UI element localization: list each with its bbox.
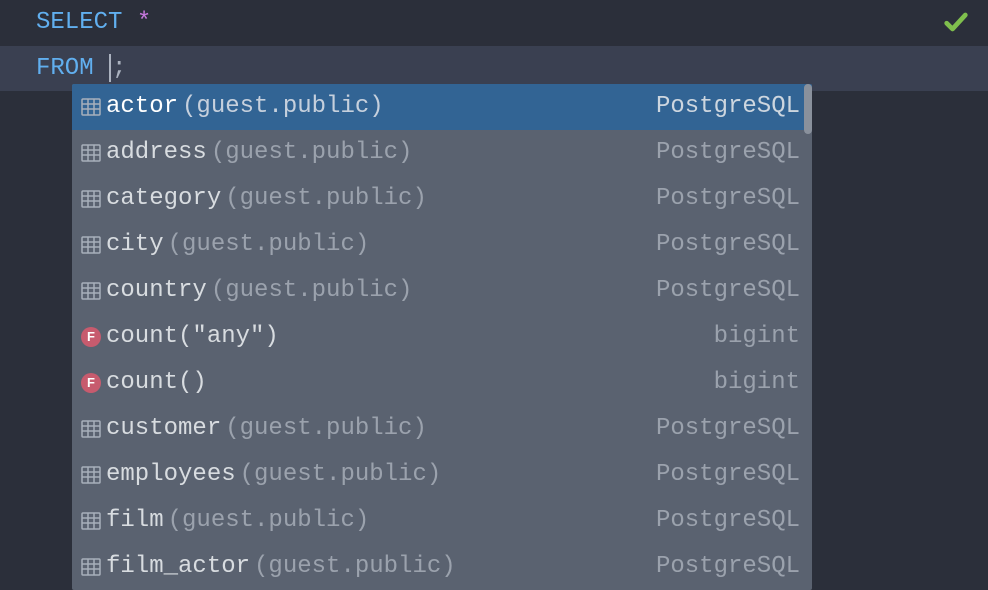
item-context: (guest.public): [168, 227, 370, 263]
keyword-select: SELECT: [36, 6, 122, 40]
item-name: country: [106, 273, 207, 309]
check-icon: [942, 8, 970, 44]
item-name: city: [106, 227, 164, 263]
autocomplete-item-category[interactable]: category (guest.public) PostgreSQL: [72, 176, 812, 222]
item-name: film_actor: [106, 549, 250, 585]
item-type: PostgreSQL: [656, 227, 800, 263]
autocomplete-item-address[interactable]: address (guest.public) PostgreSQL: [72, 130, 812, 176]
table-icon: [76, 98, 106, 116]
item-type: PostgreSQL: [656, 89, 800, 125]
autocomplete-item-film-actor[interactable]: film_actor (guest.public) PostgreSQL: [72, 544, 812, 590]
text-cursor: [109, 54, 111, 82]
item-name: actor: [106, 89, 178, 125]
table-icon: [76, 512, 106, 530]
item-type: PostgreSQL: [656, 457, 800, 493]
item-context: (guest.public): [168, 503, 370, 539]
item-context: (guest.public): [254, 549, 456, 585]
table-icon: [76, 236, 106, 254]
item-type: PostgreSQL: [656, 503, 800, 539]
item-type: bigint: [714, 365, 800, 401]
function-icon: F: [81, 373, 101, 393]
autocomplete-item-actor[interactable]: actor (guest.public) PostgreSQL: [72, 84, 812, 130]
item-type: PostgreSQL: [656, 181, 800, 217]
table-icon: [76, 144, 106, 162]
item-context: (guest.public): [240, 457, 442, 493]
item-type: PostgreSQL: [656, 549, 800, 585]
item-context: (guest.public): [225, 181, 427, 217]
item-context: (guest.public): [211, 273, 413, 309]
autocomplete-item-customer[interactable]: customer (guest.public) PostgreSQL: [72, 406, 812, 452]
autocomplete-popup[interactable]: actor (guest.public)PostgreSQLaddress (g…: [72, 84, 812, 590]
table-icon: [76, 420, 106, 438]
semicolon: ;: [112, 52, 126, 86]
item-context: (guest.public): [211, 135, 413, 171]
item-context: (guest.public): [225, 411, 427, 447]
item-type: PostgreSQL: [656, 411, 800, 447]
item-type: bigint: [714, 319, 800, 355]
function-icon: F: [81, 327, 101, 347]
table-icon: [76, 558, 106, 576]
table-icon: [76, 466, 106, 484]
item-name: customer: [106, 411, 221, 447]
item-name: category: [106, 181, 221, 217]
table-icon: [76, 282, 106, 300]
item-type: PostgreSQL: [656, 135, 800, 171]
autocomplete-item-count--any--[interactable]: Fcount("any") bigint: [72, 314, 812, 360]
asterisk: *: [137, 6, 151, 40]
autocomplete-item-country[interactable]: country (guest.public) PostgreSQL: [72, 268, 812, 314]
autocomplete-item-employees[interactable]: employees (guest.public) PostgreSQL: [72, 452, 812, 498]
autocomplete-item-city[interactable]: city (guest.public) PostgreSQL: [72, 222, 812, 268]
item-context: (guest.public): [182, 89, 384, 125]
table-icon: [76, 190, 106, 208]
code-line-1[interactable]: SELECT *: [0, 0, 988, 46]
autocomplete-item-film[interactable]: film (guest.public) PostgreSQL: [72, 498, 812, 544]
item-name: employees: [106, 457, 236, 493]
autocomplete-item-count--[interactable]: Fcount() bigint: [72, 360, 812, 406]
item-type: PostgreSQL: [656, 273, 800, 309]
item-name: count("any"): [106, 319, 279, 355]
item-name: address: [106, 135, 207, 171]
keyword-from: FROM: [36, 52, 94, 86]
item-name: film: [106, 503, 164, 539]
scrollbar-thumb[interactable]: [804, 84, 812, 134]
item-name: count(): [106, 365, 207, 401]
